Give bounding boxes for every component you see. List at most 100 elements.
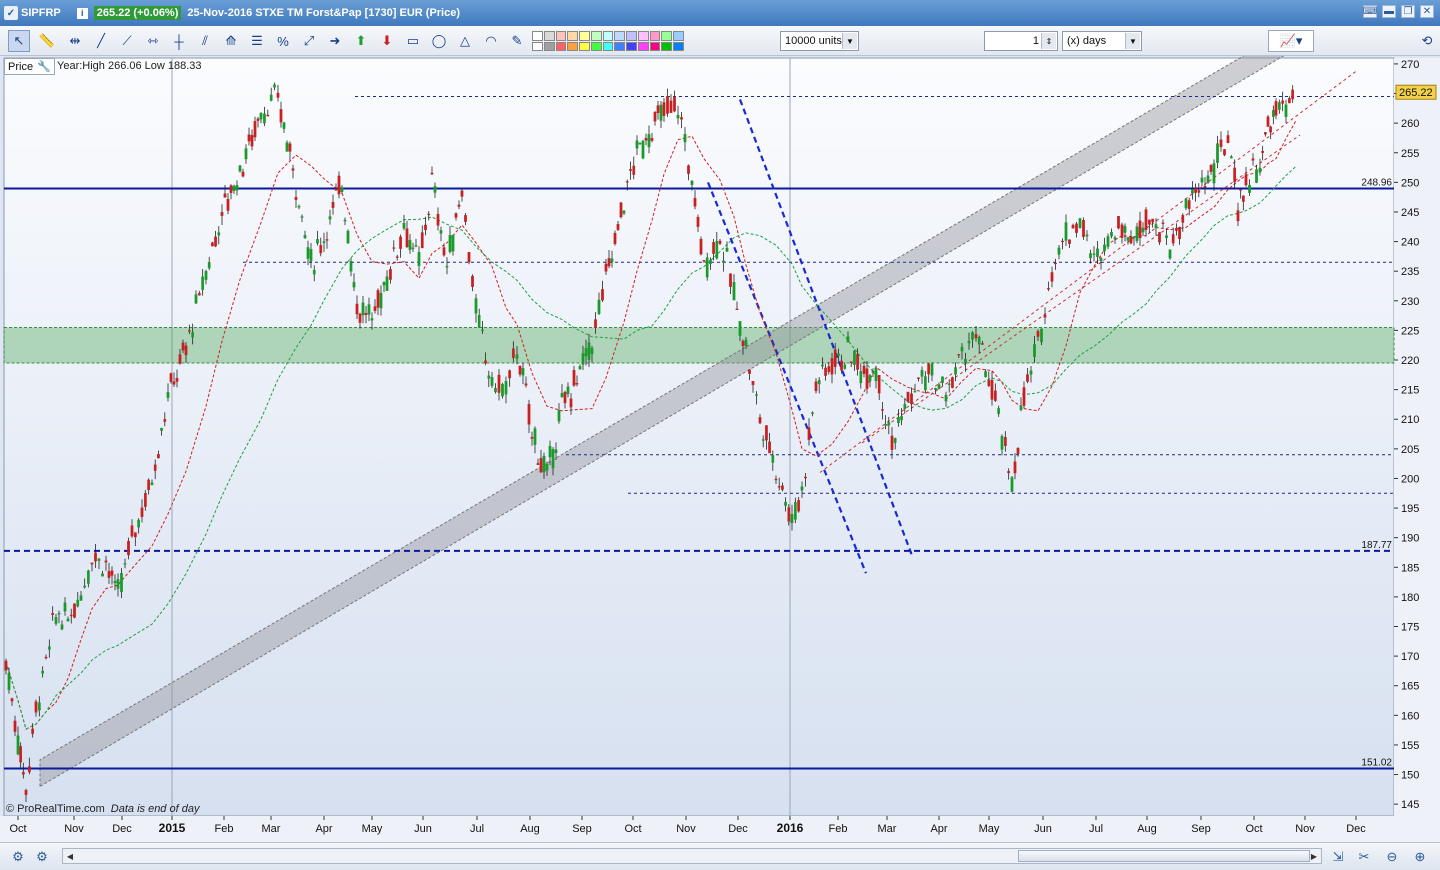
palette-swatch[interactable] [614, 31, 626, 41]
palette-swatch[interactable] [602, 31, 614, 41]
time-scrollbar[interactable]: ◀ ▶ [62, 848, 1322, 864]
segment-icon[interactable]: ⇹ [64, 30, 86, 52]
percent-icon[interactable]: % [272, 30, 294, 52]
close-button[interactable]: ✕ [1420, 5, 1434, 18]
candle-body [266, 114, 270, 117]
candle-body [1233, 167, 1237, 183]
palette-swatch[interactable] [590, 31, 602, 41]
candle-body [629, 169, 632, 171]
arrow-down-icon[interactable]: ⬇ [376, 30, 398, 52]
palette-swatch[interactable] [614, 41, 626, 51]
candle-body [191, 332, 195, 338]
palette-swatch[interactable] [637, 41, 649, 51]
palette-swatch[interactable] [532, 41, 543, 51]
x-tick-label: Oct [624, 823, 641, 835]
vertical-line-icon[interactable]: ┼ [168, 30, 190, 52]
zoom-in-icon[interactable]: ⊕ [1410, 847, 1430, 867]
palette-swatch[interactable] [637, 31, 649, 41]
price-chart[interactable]: 145 150 155 160 165 170 175 180 185 190 195 200 205 2… [0, 56, 1440, 842]
pointer-icon[interactable]: ↖ [8, 30, 30, 52]
candle-body [325, 239, 329, 241]
palette-swatch[interactable] [579, 31, 590, 41]
units-select[interactable]: 10000 units ▼ [780, 31, 859, 51]
candle-body [1178, 227, 1181, 240]
period-stepper[interactable]: 1 ⇕ [984, 31, 1058, 51]
candle-body [594, 319, 597, 328]
rectangle-icon[interactable]: ▭ [402, 30, 424, 52]
candle-body [204, 271, 208, 280]
palette-swatch[interactable] [567, 41, 579, 51]
horizontal-line-icon[interactable]: ⇿ [142, 30, 164, 52]
line-icon[interactable]: ╱ [90, 30, 112, 52]
palette-swatch[interactable] [673, 31, 684, 41]
pan-icon[interactable]: ⇲ [1328, 847, 1348, 867]
fan-icon[interactable]: ⟰ [220, 30, 242, 52]
candle-body [735, 308, 739, 311]
ray-icon[interactable]: ⟋ [116, 30, 138, 52]
arrow-right-icon[interactable]: ➜ [324, 30, 346, 52]
chart-type-icon[interactable]: 📈▾ [1268, 30, 1314, 52]
palette-swatch[interactable] [555, 31, 567, 41]
triangle-icon[interactable]: △ [454, 30, 476, 52]
palette-swatch[interactable] [626, 31, 637, 41]
palette-swatch[interactable] [579, 41, 590, 51]
candle-body [751, 381, 755, 386]
candle-body [197, 293, 201, 296]
brush-icon[interactable]: ✎ [506, 30, 528, 52]
candle-body [927, 363, 931, 375]
channel-icon[interactable]: ⫽ [194, 30, 216, 52]
info-icon[interactable]: i [76, 7, 88, 19]
candle-body [575, 383, 579, 385]
candle-body [1258, 167, 1262, 173]
palette-swatch[interactable] [590, 41, 602, 51]
palette-swatch[interactable] [673, 41, 684, 51]
x-tick-label: Mar [878, 823, 897, 835]
wrench-icon[interactable]: 🔧 [37, 60, 51, 73]
chevron-down-icon[interactable]: ▼ [842, 33, 857, 49]
ellipse-icon[interactable]: ◯ [428, 30, 450, 52]
fibonacci-icon[interactable]: ☰ [246, 30, 268, 52]
ruler-icon[interactable]: 📏 [36, 30, 58, 52]
candle-body [334, 188, 338, 191]
x-tick-label: Jun [414, 823, 432, 835]
scroll-thumb[interactable] [1018, 850, 1310, 862]
candle-body [427, 213, 431, 216]
palette-swatch[interactable] [661, 41, 673, 51]
palette-swatch[interactable] [567, 31, 579, 41]
palette-swatch[interactable] [532, 31, 543, 41]
keyboard-icon[interactable]: ⌨ [1363, 5, 1377, 18]
palette-swatch[interactable] [626, 41, 637, 51]
zigzag-icon[interactable]: ⤢ [298, 30, 320, 52]
zoom-out-icon[interactable]: ⊖ [1382, 847, 1402, 867]
scroll-left-icon[interactable]: ◀ [64, 849, 76, 863]
arrow-up-icon[interactable]: ⬆ [350, 30, 372, 52]
palette-swatch[interactable] [555, 41, 567, 51]
sync-icon[interactable]: ⟲ [1416, 30, 1438, 52]
candle-body [1033, 344, 1036, 358]
scroll-right-icon[interactable]: ▶ [1308, 849, 1320, 863]
candle-body [1016, 447, 1020, 455]
palette-swatch[interactable] [649, 31, 661, 41]
candle-body [123, 563, 127, 565]
zoom-reset-icon[interactable]: ✂ [1354, 847, 1374, 867]
price-indicator-label[interactable]: Price 🔧 [4, 58, 55, 75]
color-palette[interactable] [532, 31, 684, 51]
palette-swatch[interactable] [602, 41, 614, 51]
spinner-icon[interactable]: ⇕ [1041, 33, 1056, 49]
minimize-button[interactable]: ▬ [1382, 5, 1396, 18]
chart-canvas[interactable]: 145 150 155 160 165 170 175 180 185 190 195 200 205 2… [0, 56, 1440, 842]
palette-swatch[interactable] [543, 41, 555, 51]
chart-settings-icon[interactable]: ⚙ [8, 847, 28, 867]
period-unit-select[interactable]: (x) days ▼ [1062, 31, 1142, 51]
palette-swatch[interactable] [661, 31, 673, 41]
chevron-down-icon[interactable]: ▼ [1125, 33, 1140, 49]
symbol-name[interactable]: SIPFRP [21, 7, 61, 19]
candle-body [101, 573, 104, 577]
palette-swatch[interactable] [649, 41, 661, 51]
arc-icon[interactable]: ◠ [480, 30, 502, 52]
candle-body [947, 383, 951, 385]
candle-body [127, 540, 130, 556]
restore-button[interactable]: ❐ [1401, 5, 1415, 18]
indicator-icon[interactable]: ⚙ [32, 847, 52, 867]
palette-swatch[interactable] [543, 31, 555, 41]
